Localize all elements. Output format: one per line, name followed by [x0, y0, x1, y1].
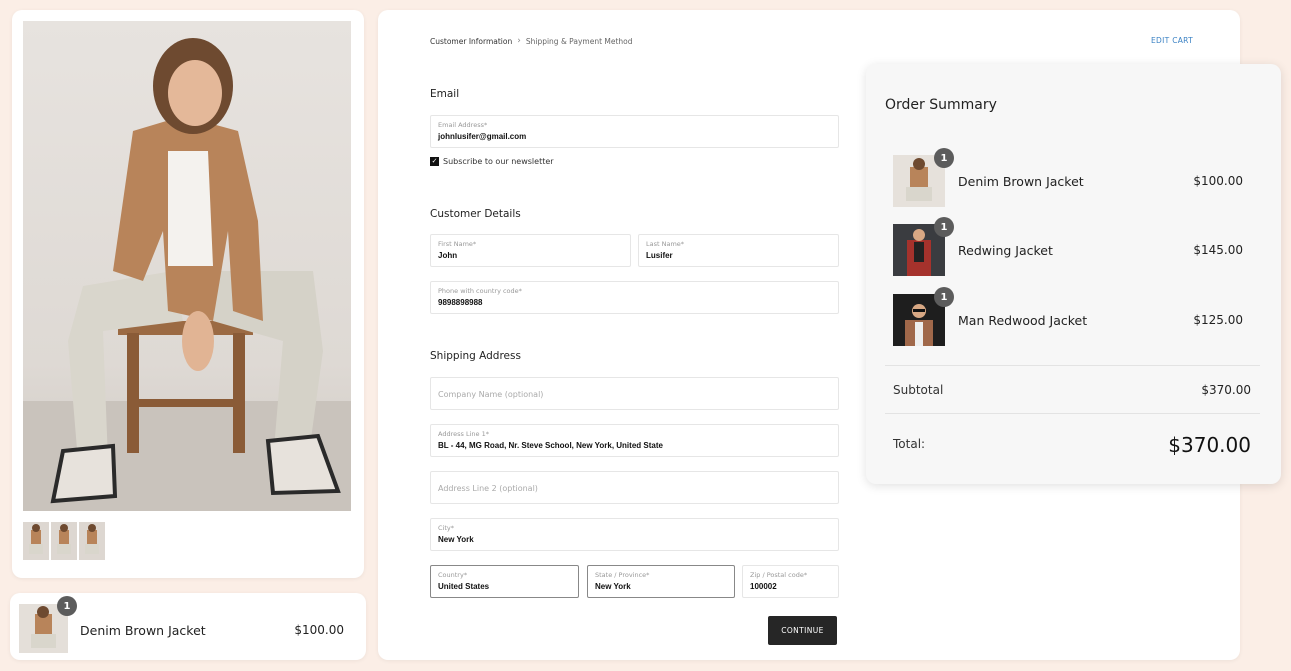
summary-divider: [885, 413, 1260, 414]
email-field[interactable]: Email Address* johnlusifer@gmail.com: [430, 115, 839, 148]
quantity-badge: 1: [934, 287, 954, 307]
first-name-label: First Name*: [438, 240, 477, 248]
mini-cart-item-price: $100.00: [294, 623, 344, 637]
mini-cart-item[interactable]: 1 Denim Brown Jacket $100.00: [10, 593, 366, 660]
summary-item-price: $100.00: [1193, 174, 1243, 188]
shipping-address-title: Shipping Address: [430, 350, 521, 362]
country-select[interactable]: Country* United States: [430, 565, 579, 598]
edit-cart-link[interactable]: EDIT CART: [1151, 36, 1193, 45]
phone-field[interactable]: Phone with country code* 9898898988: [430, 281, 839, 314]
country-label: Country*: [438, 571, 468, 579]
zip-value: 100002: [750, 582, 777, 591]
state-select[interactable]: State / Province* New York: [587, 565, 735, 598]
newsletter-checkbox-row[interactable]: ✓ Subscribe to our newsletter: [430, 157, 554, 166]
last-name-value: Lusifer: [646, 251, 673, 260]
summary-item-name: Denim Brown Jacket: [958, 174, 1084, 189]
quantity-badge: 1: [934, 148, 954, 168]
newsletter-label: Subscribe to our newsletter: [443, 157, 554, 166]
summary-item[interactable]: 1 Denim Brown Jacket $100.00: [893, 148, 1243, 209]
address-line1-value: BL - 44, MG Road, Nr. Steve School, New …: [438, 441, 663, 450]
summary-item-name: Redwing Jacket: [958, 243, 1053, 258]
address-line2-placeholder: Address Line 2 (optional): [438, 484, 538, 493]
breadcrumb-step-shipping-payment[interactable]: Shipping & Payment Method: [526, 37, 633, 46]
product-main-photo: [23, 21, 351, 511]
subtotal-value: $370.00: [1201, 383, 1251, 397]
city-value: New York: [438, 535, 474, 544]
product-thumbnail[interactable]: [23, 522, 49, 560]
last-name-label: Last Name*: [646, 240, 685, 248]
email-field-value: johnlusifer@gmail.com: [438, 132, 527, 141]
address-line2-field[interactable]: Address Line 2 (optional): [430, 471, 839, 504]
last-name-field[interactable]: Last Name* Lusifer: [638, 234, 839, 267]
company-name-placeholder: Company Name (optional): [438, 390, 544, 399]
product-thumbnail[interactable]: [51, 522, 77, 560]
state-label: State / Province*: [595, 571, 650, 579]
total-value: $370.00: [1168, 433, 1251, 457]
zip-field[interactable]: Zip / Postal code* 100002: [742, 565, 839, 598]
summary-item[interactable]: 1 Redwing Jacket $145.00: [893, 217, 1243, 278]
summary-item-price: $125.00: [1193, 313, 1243, 327]
summary-item-price: $145.00: [1193, 243, 1243, 257]
address-line1-label: Address Line 1*: [438, 430, 489, 438]
quantity-badge: 1: [934, 217, 954, 237]
phone-value: 9898898988: [438, 298, 483, 307]
company-name-field[interactable]: Company Name (optional): [430, 377, 839, 410]
product-gallery-card: [12, 10, 364, 578]
breadcrumb-step-customer-information[interactable]: Customer Information: [430, 37, 512, 46]
email-field-label: Email Address*: [438, 121, 488, 129]
customer-details-title: Customer Details: [430, 208, 521, 220]
total-label: Total:: [893, 437, 926, 451]
product-thumbnail[interactable]: [79, 522, 105, 560]
breadcrumb: Customer Information › Shipping & Paymen…: [430, 36, 633, 46]
continue-button[interactable]: CONTINUE: [768, 616, 837, 645]
summary-item[interactable]: 1 Man Redwood Jacket $125.00: [893, 287, 1243, 348]
first-name-field[interactable]: First Name* John: [430, 234, 631, 267]
checkbox-checked-icon[interactable]: ✓: [430, 157, 439, 166]
summary-divider: [885, 365, 1260, 366]
city-label: City*: [438, 524, 454, 532]
summary-item-name: Man Redwood Jacket: [958, 313, 1088, 328]
subtotal-label: Subtotal: [893, 383, 944, 397]
state-value: New York: [595, 582, 631, 591]
order-summary-card: Order Summary 1 Denim Brown Jacket $100.…: [866, 64, 1281, 484]
city-field[interactable]: City* New York: [430, 518, 839, 551]
country-value: United States: [438, 582, 490, 591]
mini-cart-item-name: Denim Brown Jacket: [80, 623, 206, 638]
quantity-badge: 1: [57, 596, 77, 616]
product-thumbnails: [23, 522, 105, 560]
email-section-title: Email: [430, 88, 460, 100]
order-summary-title: Order Summary: [885, 97, 997, 113]
first-name-value: John: [438, 251, 458, 260]
phone-label: Phone with country code*: [438, 287, 522, 295]
chevron-right-icon: ›: [517, 36, 521, 46]
zip-label: Zip / Postal code*: [750, 571, 808, 579]
address-line1-field[interactable]: Address Line 1* BL - 44, MG Road, Nr. St…: [430, 424, 839, 457]
